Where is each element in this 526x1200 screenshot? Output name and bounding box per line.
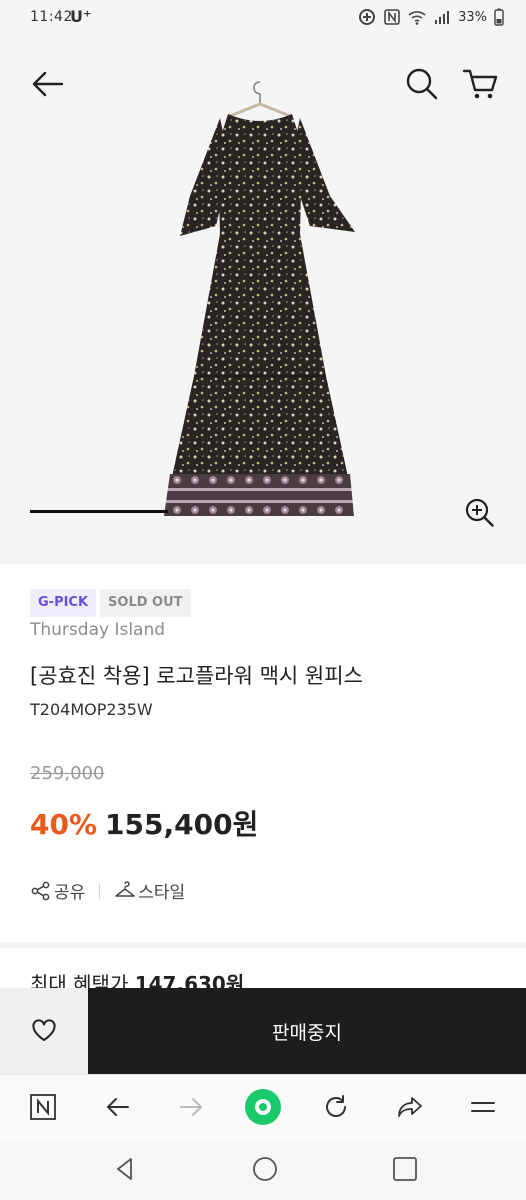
soldout-badge: SOLD OUT xyxy=(100,589,191,617)
zoom-in-icon[interactable] xyxy=(460,493,500,533)
badge-list: G-PICK SOLD OUT xyxy=(30,589,191,617)
naver-n-icon xyxy=(30,1094,56,1120)
status-time: 11:42 xyxy=(30,9,73,25)
discount-rate: 40% xyxy=(30,808,98,841)
heart-icon xyxy=(32,1019,56,1041)
style-button[interactable]: 스타일 xyxy=(114,878,185,903)
status-bar: 11:42 U⁺ 33% xyxy=(0,0,526,38)
carrier-label: U⁺ xyxy=(70,7,92,26)
menu-icon xyxy=(471,1102,495,1112)
search-icon[interactable] xyxy=(400,62,444,106)
refresh-icon xyxy=(326,1095,346,1117)
arrow-left-icon[interactable] xyxy=(26,62,70,106)
share-arrow-icon xyxy=(398,1097,422,1117)
actions-divider xyxy=(99,882,101,899)
status-icons: 33% xyxy=(358,8,504,26)
share-button[interactable]: 공유 xyxy=(30,878,85,903)
sale-price: 155,400원 xyxy=(105,808,259,841)
max-benefit-price: 최대 혜택가 147,630원 xyxy=(30,968,244,990)
price-row: 40% 155,400원 xyxy=(30,803,258,843)
product-code: T204MOP235W xyxy=(30,700,153,719)
arrow-right-icon xyxy=(180,1098,202,1116)
arrow-left-icon xyxy=(107,1098,129,1116)
nfc-icon xyxy=(384,9,400,25)
share-label: 공유 xyxy=(54,883,86,903)
naver-home-button[interactable] xyxy=(25,1089,61,1125)
gallery-progress-indicator xyxy=(30,510,168,513)
product-image-gallery[interactable] xyxy=(0,38,526,564)
style-label: 스타일 xyxy=(138,883,186,903)
original-price: 259,000 xyxy=(30,763,105,784)
green-home-icon xyxy=(245,1089,281,1125)
browser-refresh-button[interactable] xyxy=(318,1089,354,1125)
brand-name[interactable]: Thursday Island xyxy=(30,620,165,640)
wifi-icon xyxy=(408,11,426,25)
product-actions: 공유 스타일 xyxy=(30,878,185,903)
gpick-badge: G-PICK xyxy=(30,589,97,617)
browser-forward-button[interactable] xyxy=(173,1089,209,1125)
home-circle-icon[interactable] xyxy=(250,1154,280,1184)
alarm-icon xyxy=(359,9,376,25)
hanger-icon xyxy=(115,880,136,897)
wishlist-button[interactable] xyxy=(0,988,88,1074)
back-triangle-icon[interactable] xyxy=(110,1154,140,1184)
battery-percent: 33% xyxy=(458,9,487,25)
cart-icon[interactable] xyxy=(458,62,502,106)
system-navigation-bar xyxy=(0,1140,526,1200)
browser-share-button[interactable] xyxy=(392,1089,428,1125)
browser-home-button[interactable] xyxy=(245,1089,281,1125)
battery-icon xyxy=(494,8,504,26)
browser-menu-button[interactable] xyxy=(465,1089,501,1125)
sale-stopped-button[interactable]: 판매중지 xyxy=(88,988,526,1074)
recents-square-icon[interactable] xyxy=(390,1154,420,1184)
browser-back-button[interactable] xyxy=(100,1089,136,1125)
section-divider xyxy=(0,942,526,948)
signal-icon xyxy=(435,11,450,24)
share-icon xyxy=(31,881,50,900)
purchase-bar: 판매중지 xyxy=(0,988,526,1074)
browser-toolbar xyxy=(0,1074,526,1140)
product-title: [공효진 착용] 로고플라워 맥시 원피스 xyxy=(30,664,363,688)
product-photo xyxy=(164,81,355,516)
